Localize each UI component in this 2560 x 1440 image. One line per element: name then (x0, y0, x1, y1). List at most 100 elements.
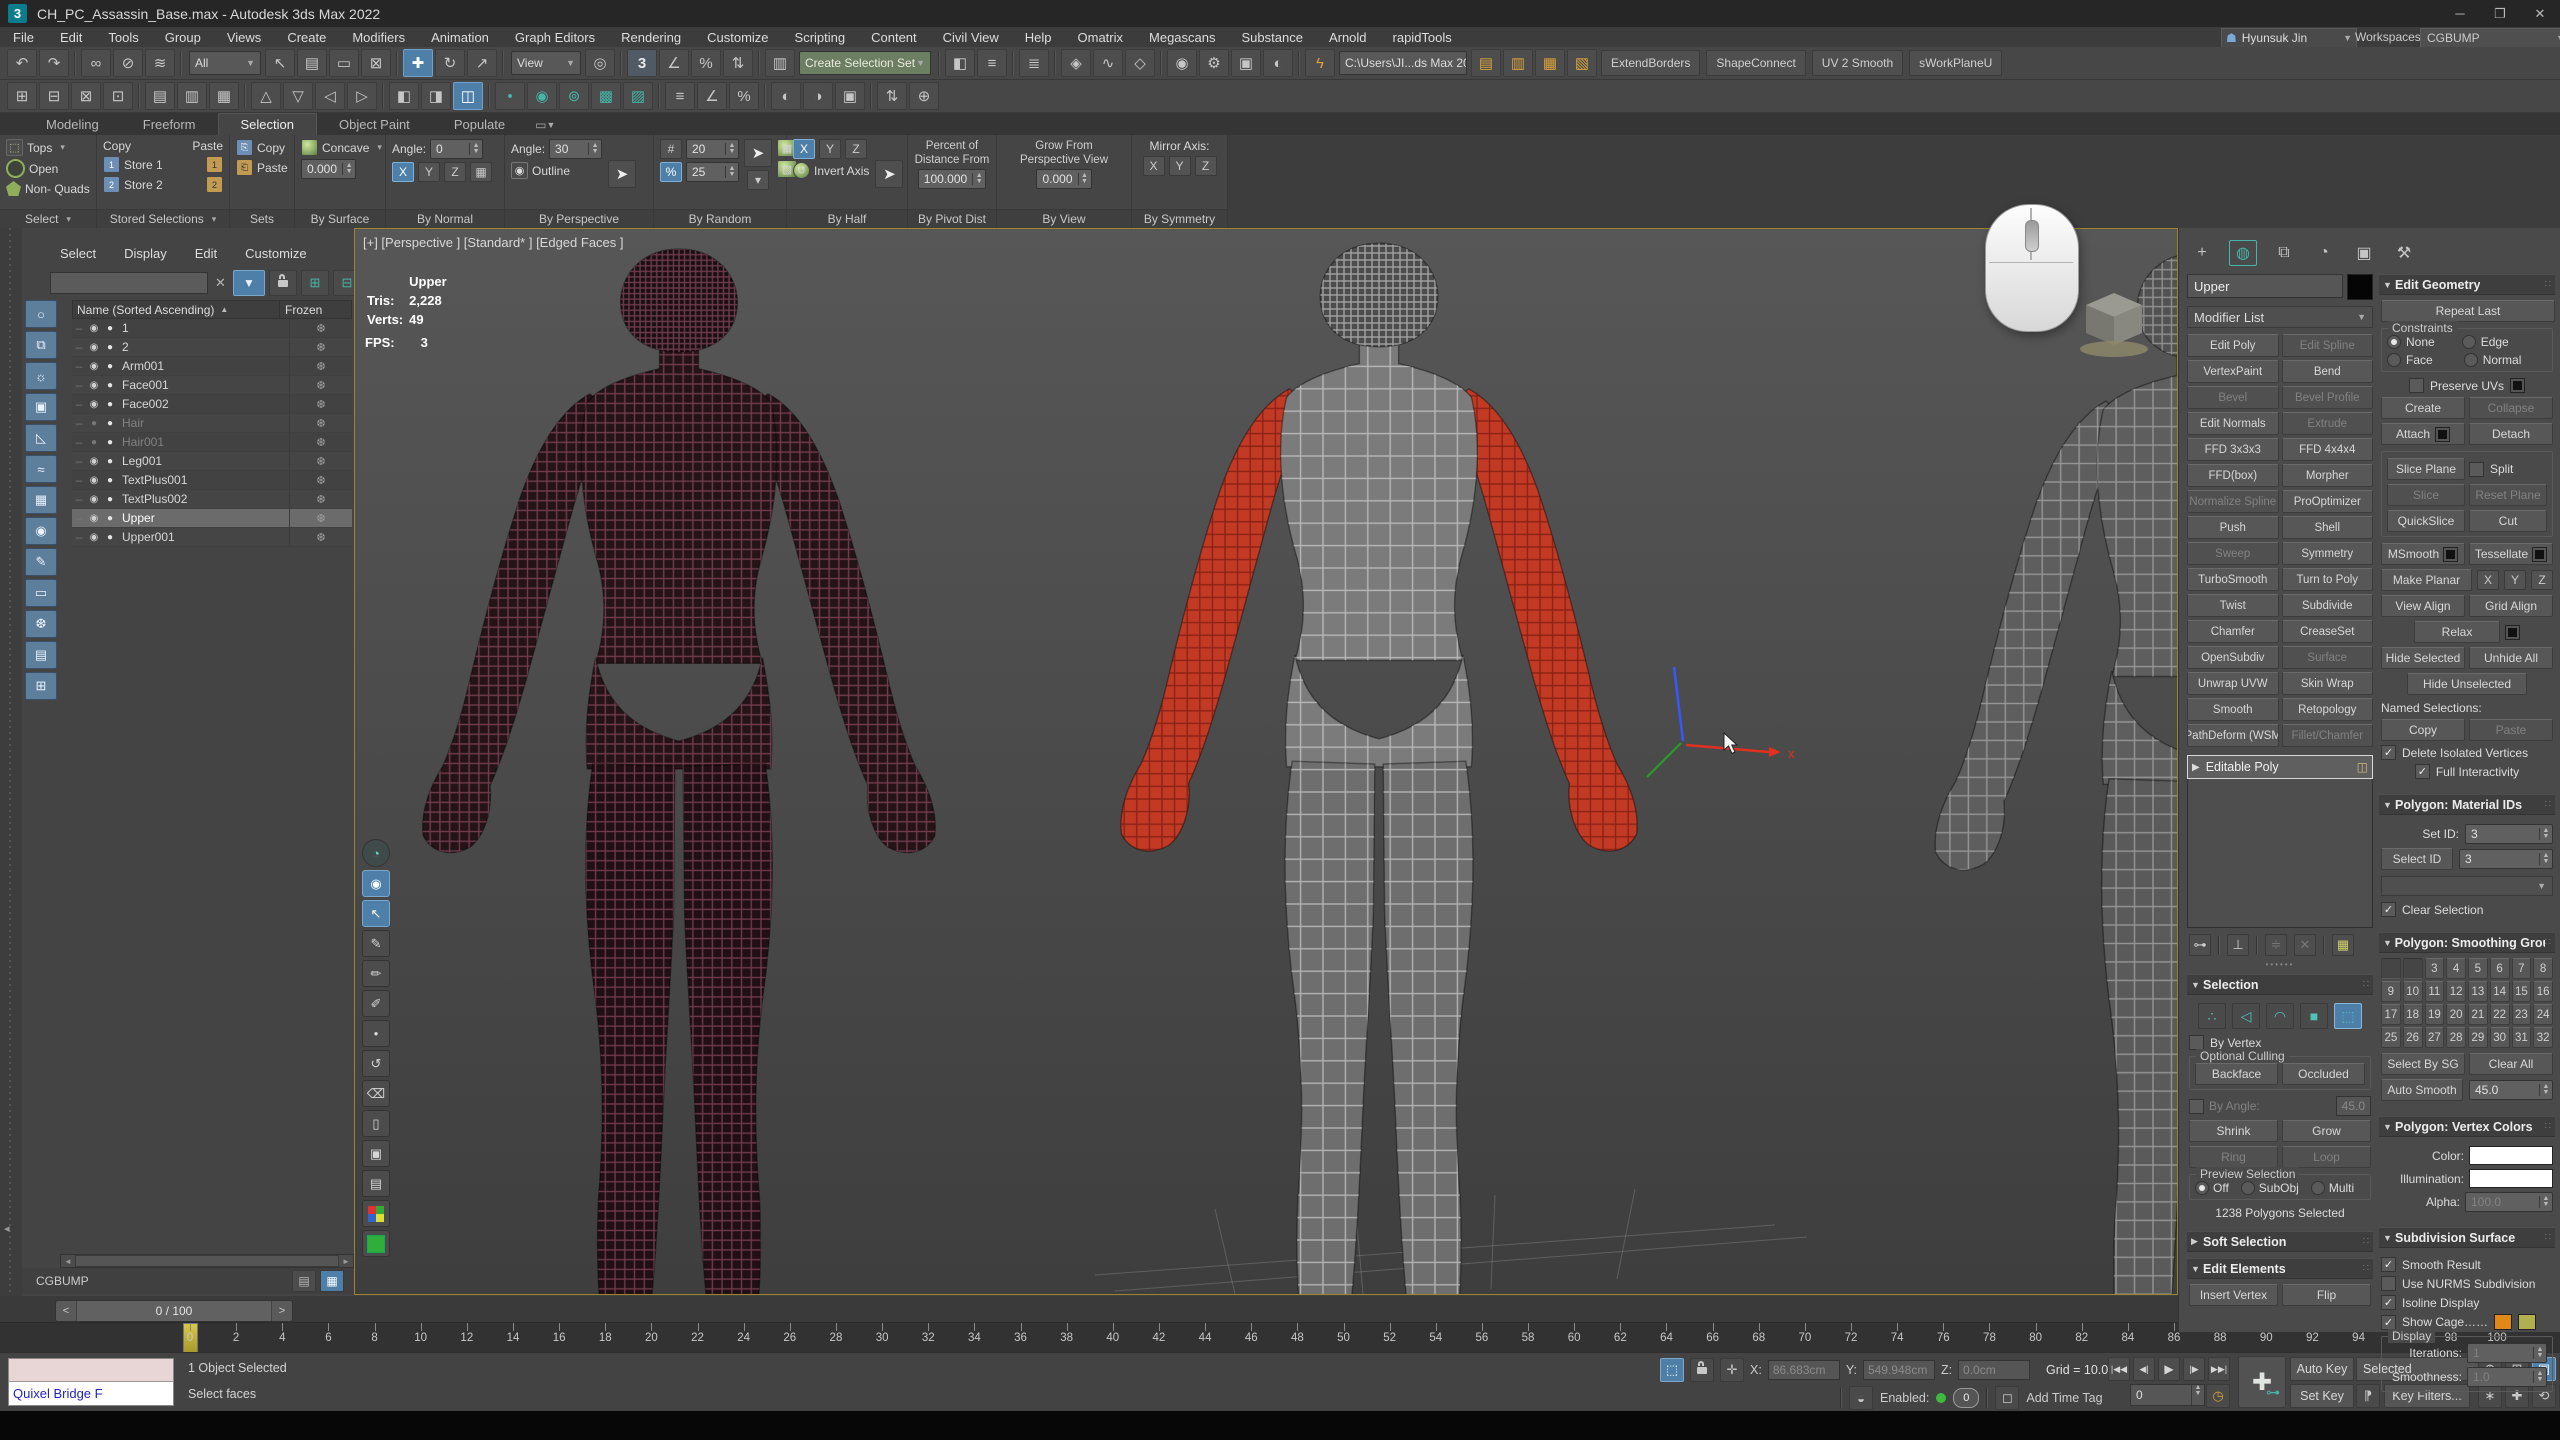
tessellate-settings-icon[interactable] (2532, 547, 2547, 562)
material-ids-header[interactable]: ▼Polygon: Material IDs∷ (2379, 794, 2555, 815)
constraint-face-radio[interactable] (2387, 353, 2401, 367)
project-folder-icon[interactable]: ▤ (1471, 49, 1501, 77)
modifier-button[interactable]: Edit Normals (2187, 412, 2279, 435)
modifier-button[interactable]: Shell (2282, 516, 2374, 539)
user-account-dropdown[interactable]: ☗ Hyunsuk Jin ▼ (2221, 28, 2357, 48)
show-overlay-icon[interactable]: ◉ (362, 870, 390, 897)
spinner-snap-icon[interactable]: ⇅ (723, 49, 753, 77)
display-cameras-icon[interactable]: ▣ (25, 393, 57, 421)
selectable-dot-icon[interactable]: ● (102, 418, 118, 429)
element-subobject-icon[interactable]: ⬚ (2334, 1003, 2362, 1029)
normal-y-button[interactable]: Y (418, 162, 440, 182)
motion-tab-icon[interactable]: ◔ (2311, 241, 2337, 265)
menu-arnold[interactable]: Arnold (1316, 28, 1380, 47)
modifier-button[interactable]: VertexPaint (2187, 360, 2279, 383)
curve-editor-icon[interactable]: ∿ (1093, 49, 1123, 77)
menu-edit[interactable]: Edit (47, 28, 95, 47)
panel-drag-handle[interactable]: •••••• (2187, 960, 2373, 968)
explorer-horizontal-scrollbar[interactable]: ◄ ► (60, 1254, 354, 1268)
select-by-name-icon[interactable]: ▤ (297, 49, 327, 77)
selection-filter-dropdown[interactable]: All▼ (189, 51, 261, 75)
selection-lock-icon[interactable] (1690, 1358, 1714, 1382)
smoothing-group-18[interactable]: 18 (2403, 1004, 2423, 1025)
relax-button[interactable]: Relax (2414, 621, 2500, 643)
random-count-spinner[interactable]: 20▲▼ (686, 139, 739, 159)
modifier-button[interactable]: Subdivide (2282, 594, 2374, 617)
iterations-spinner[interactable]: 1▲▼ (2467, 1343, 2547, 1363)
reference-coordinate-dropdown[interactable]: View▼ (511, 51, 581, 75)
grid-view-icon[interactable]: ▦ (320, 1270, 344, 1292)
preview-multi-radio[interactable] (2311, 1181, 2325, 1195)
workspace-dropdown[interactable]: CGBUMP ▼ (2420, 28, 2560, 48)
ribbon-panel-icon[interactable]: ▭ (535, 118, 546, 132)
selection-lock-icon[interactable]: ▤ (145, 82, 175, 110)
isoline-checkbox[interactable]: ✓Isoline Display (2381, 1295, 2553, 1310)
material-name-dropdown[interactable]: ▼ (2381, 876, 2553, 896)
schematic-view-icon[interactable]: ◇ (1125, 49, 1155, 77)
normal-z-button[interactable]: Z (444, 162, 466, 182)
utilities-tab-icon[interactable]: ⚒ (2391, 241, 2417, 265)
use-pivot-center-icon[interactable]: ◎ (585, 49, 615, 77)
adaptive-degradation-icon[interactable]: ◒ (1849, 1386, 1873, 1410)
relax-settings-icon[interactable] (2505, 625, 2520, 640)
edit-geometry-header[interactable]: ▼Edit Geometry∷ (2379, 274, 2555, 295)
smoothing-group-32[interactable]: 32 (2533, 1027, 2553, 1048)
normal-grid-icon[interactable]: ▦ (470, 162, 492, 182)
tab-freeform[interactable]: Freeform (121, 114, 218, 135)
x-coordinate-field[interactable]: 86.683cm (1768, 1360, 1840, 1380)
view-grow-spinner[interactable]: 0.000▲▼ (1036, 169, 1091, 189)
lock-explorer-icon[interactable] (269, 270, 297, 296)
named-selection-set-field[interactable]: Create Selection Set▼ (799, 51, 931, 75)
quickslice-button[interactable]: QuickSlice (2387, 510, 2465, 532)
modifier-button[interactable]: Smooth (2187, 698, 2279, 721)
smoothing-group-20[interactable]: 20 (2446, 1004, 2466, 1025)
clear-selection-checkbox[interactable]: ✓Clear Selection (2381, 902, 2553, 917)
named-paste-button[interactable]: Paste (2469, 719, 2553, 741)
align-icon[interactable]: ≡ (977, 49, 1007, 77)
make-unique-icon[interactable]: ≑ (2265, 934, 2287, 956)
snaps-toggle-icon[interactable]: 3 (627, 49, 657, 77)
next-key-icon[interactable]: |▶ (2183, 1357, 2205, 1381)
select-and-link-icon[interactable]: ∞ (81, 49, 111, 77)
modifier-button[interactable]: Bend (2282, 360, 2374, 383)
visibility-eye-icon[interactable]: ● (86, 418, 102, 429)
persp-pick-button[interactable]: ➤ (608, 160, 636, 188)
frozen-snowflake-icon[interactable]: ❆ (289, 471, 352, 489)
list-item[interactable]: –◉●Face002❆ (72, 395, 352, 414)
group-label-stored-selections[interactable]: Stored Selections▾ (97, 209, 229, 228)
listener-script-row[interactable]: Quixel Bridge F (9, 1382, 173, 1405)
modifier-button[interactable]: TurboSmooth (2187, 568, 2279, 591)
auto-smooth-button[interactable]: Auto Smooth (2381, 1079, 2463, 1101)
chevron-down-icon[interactable]: ▼ (546, 120, 555, 130)
random-count-toggle[interactable]: # (660, 139, 682, 159)
select-id-button[interactable]: Select ID (2381, 848, 2453, 870)
visibility-eye-icon[interactable]: ◉ (86, 399, 102, 410)
symmetry-y-button[interactable]: Y (1169, 156, 1191, 176)
show-cage-checkbox[interactable]: ✓Show Cage…… (2381, 1314, 2553, 1330)
reset-plane-button[interactable]: Reset Plane (2469, 484, 2547, 506)
smoothing-group-13[interactable]: 13 (2468, 981, 2488, 1002)
modifier-stack-item[interactable]: ▶ Editable Poly ◫ (2187, 755, 2373, 779)
window-crossing-icon[interactable]: ⊠ (361, 49, 391, 77)
show-cage-icon[interactable]: ⊚ (559, 82, 589, 110)
frozen-snowflake-icon[interactable]: ❆ (289, 376, 352, 394)
list-item[interactable]: –◉●Upper❆ (72, 509, 352, 528)
modifier-button[interactable]: Fillet/Chamfer (2282, 724, 2374, 747)
visibility-eye-icon[interactable]: ◉ (86, 532, 102, 543)
marker-tool-icon[interactable]: ✐ (362, 990, 390, 1017)
half-y-button[interactable]: Y (819, 139, 841, 159)
list-item[interactable]: –◉●Arm001❆ (72, 357, 352, 376)
edit-named-selections-icon[interactable]: ▥ (765, 49, 795, 77)
half-pick-button[interactable]: ➤ (875, 160, 903, 188)
auto-key-button[interactable]: Auto Key (2290, 1357, 2354, 1381)
shrink-button[interactable]: Shrink (2189, 1120, 2278, 1142)
zero-badge-button[interactable]: 0 (1953, 1388, 1979, 1408)
planar-z-button[interactable]: Z (2531, 570, 2553, 590)
frozen-snowflake-icon[interactable]: ❆ (289, 452, 352, 470)
menu-customize[interactable]: Customize (694, 28, 781, 47)
invert-axis-toggle[interactable]: ↺Invert Axis (793, 162, 869, 179)
smoothing-group-26[interactable]: 26 (2403, 1027, 2423, 1048)
erase-stroke-icon[interactable]: ⌫ (362, 1080, 390, 1107)
pin-stack-icon[interactable]: ⊶ (2189, 934, 2211, 956)
current-frame-field[interactable]: 0 ▲▼ (2130, 1384, 2205, 1406)
